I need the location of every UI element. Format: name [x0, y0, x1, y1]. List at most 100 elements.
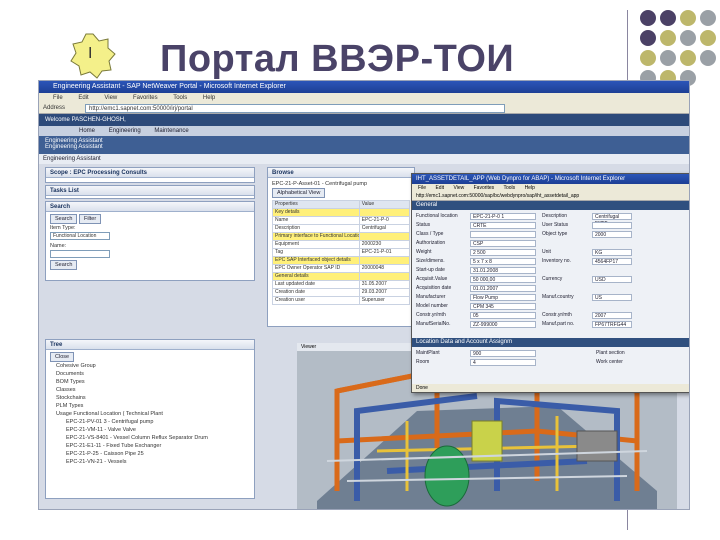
field-label: Currency [542, 276, 563, 282]
field-label: Functional location [416, 213, 458, 219]
field-value[interactable]: ZZ-999000 [470, 321, 536, 328]
property-name: Creation date [272, 288, 360, 297]
field-row: Class / Type Object type 2000 [416, 230, 689, 239]
tree-item[interactable]: Usage Functional Location ( Technical Pl… [50, 410, 250, 418]
popup-menu-item[interactable]: Favorites [474, 185, 495, 191]
tree-item[interactable]: Stockchains [50, 394, 250, 402]
tree-item[interactable]: Classes [50, 386, 250, 394]
field-value[interactable]: 05 [470, 312, 536, 319]
popup-menu-item[interactable]: File [418, 185, 426, 191]
table-row[interactable]: EPC Owner Operator SAP ID 20000048 [272, 264, 411, 273]
tree-item[interactable]: BOM Types [50, 378, 250, 386]
field-value[interactable]: 4564FP17 [592, 258, 632, 265]
tree-item[interactable]: EPC-21-E1-11 - Fixed Tube Exchanger [50, 442, 250, 450]
portal-welcome: Welcome PASCHEN-GHOSH, [39, 114, 689, 126]
table-row[interactable]: General details [272, 272, 411, 281]
table-row[interactable]: Name EPC-21-P-0 [272, 216, 411, 225]
table-row[interactable]: Equipment 2000230 [272, 240, 411, 249]
table-row[interactable]: Tag EPC-21-P-01 [272, 248, 411, 257]
field-value[interactable]: USD [592, 276, 632, 283]
field-value[interactable]: 31.01.2008 [470, 267, 536, 274]
field-row: Start-up date 31.01.2008 [416, 266, 689, 275]
field-label: Acquisit.Value [416, 276, 448, 282]
field-label: Unit [542, 249, 551, 255]
property-name: Description [272, 224, 360, 233]
field-value[interactable]: KG [592, 249, 632, 256]
field-value[interactable]: Flow Pump [470, 294, 536, 301]
field-label: Constr.yr/mth [416, 312, 446, 318]
dot [680, 10, 696, 26]
menu-help[interactable]: Help [203, 95, 215, 101]
menu-view[interactable]: View [104, 95, 117, 101]
portal-tab[interactable]: Home [79, 128, 95, 134]
asset-detail-window: IHT_ASSETDETAIL_APP (Web Dynpro for ABAP… [411, 173, 689, 393]
field-value[interactable]: FP67TRFG44 [592, 321, 632, 328]
object-type-select[interactable]: Functional Location [50, 232, 110, 240]
portal-tabs: Home Engineering Maintenance [39, 126, 689, 136]
menu-tools[interactable]: Tools [173, 95, 187, 101]
field-label: Acquisition date [416, 285, 452, 291]
table-row[interactable]: Creation user Superuser [272, 296, 411, 305]
address-input[interactable]: http://emc1.sapnet.com:50000/irj/portal [85, 104, 505, 113]
table-row[interactable]: Last updated date 31.05.2007 [272, 280, 411, 289]
table-row[interactable]: Key details [272, 208, 411, 217]
field-value[interactable]: CSP [470, 240, 536, 247]
popup-title-bar: IHT_ASSETDETAIL_APP (Web Dynpro for ABAP… [412, 174, 689, 184]
field-value[interactable]: CRTE [470, 222, 536, 229]
nav-link[interactable]: Engineering Assistant [45, 144, 685, 150]
field-value[interactable]: 4 [470, 359, 536, 366]
field-value[interactable]: 2007 [592, 312, 632, 319]
field-value[interactable]: 5 x 7 x 8 [470, 258, 536, 265]
menu-edit[interactable]: Edit [78, 95, 88, 101]
version-badge-icon [70, 33, 116, 79]
field-value[interactable]: Centrifugal pump [592, 213, 632, 226]
badge-label: I [88, 45, 93, 62]
popup-menu-item[interactable]: Edit [435, 185, 444, 191]
tree-item[interactable]: Documents [50, 370, 250, 378]
alphabetical-view-tab[interactable]: Alphabetical View [272, 188, 326, 198]
field-row: Authorization CSP [416, 239, 689, 248]
name-input[interactable] [50, 250, 110, 258]
tree-item[interactable]: EPC-21-VS-8401 - Vessel Column Reflux Se… [50, 434, 250, 442]
tree-item[interactable]: EPC-21-P-25 - Caisson Pipe 25 [50, 450, 250, 458]
field-value[interactable]: 900 [470, 350, 536, 357]
filter-tab[interactable]: Filter [78, 214, 102, 224]
field-value[interactable] [470, 231, 536, 238]
table-row[interactable]: Creation date 29.03.2007 [272, 288, 411, 297]
popup-menu-item[interactable]: Help [525, 185, 535, 191]
portal-tab[interactable]: Maintenance [154, 128, 188, 134]
popup-address[interactable]: http://emc1.sapnet.com:50000/sap/bc/webd… [412, 192, 689, 201]
field-value[interactable]: 2 500 [470, 249, 536, 256]
field-value[interactable]: 01.01.2007 [470, 285, 536, 292]
field-row: Acquisit.Value 50 000,00 Currency USD [416, 275, 689, 284]
field-value[interactable]: CPM 345 [470, 303, 536, 310]
table-row[interactable]: EPC SAP Interfaced object details [272, 256, 411, 265]
portal-tab[interactable]: Engineering [109, 128, 141, 134]
location-section-title: Location Data and Account Assignm [412, 338, 689, 347]
field-label: Inventory no. [542, 258, 571, 264]
tree-item[interactable]: EPC-21-PV-01 3 - Centrifugal pump [50, 418, 250, 426]
close-button[interactable]: Close [50, 352, 75, 362]
search-tab[interactable]: Search [50, 214, 78, 224]
table-row[interactable]: Description Centrifugal [272, 224, 411, 233]
field-label: ManufSerialNo. [416, 321, 451, 327]
tree-item[interactable]: Cohesive Group [50, 362, 250, 370]
popup-menu-item[interactable]: Tools [503, 185, 515, 191]
menu-file[interactable]: File [53, 95, 63, 101]
field-value[interactable] [592, 222, 632, 229]
tasks-panel: Tasks List [45, 185, 255, 199]
search-button[interactable]: Search [50, 260, 78, 270]
field-value[interactable]: US [592, 294, 632, 301]
table-row[interactable]: Primary interface to Functional Location [272, 232, 411, 241]
tree-item[interactable]: EPC-21-VN-21 - Vessels [50, 458, 250, 466]
tree-item[interactable]: EPC-21-VM-11 - Valve Valve [50, 426, 250, 434]
scope-panel: Scope : EPC Processing Consults [45, 167, 255, 183]
field-value[interactable]: 2000 [592, 231, 632, 238]
property-name: EPC Owner Operator SAP ID [272, 264, 360, 273]
property-value: EPC-21-P-0 [358, 216, 411, 225]
popup-menu-item[interactable]: View [453, 185, 464, 191]
field-value[interactable]: EPC-21-P-0 1 [470, 213, 536, 220]
menu-favorites[interactable]: Favorites [133, 95, 158, 101]
tree-item[interactable]: PLM Types [50, 402, 250, 410]
field-value[interactable]: 50 000,00 [470, 276, 536, 283]
